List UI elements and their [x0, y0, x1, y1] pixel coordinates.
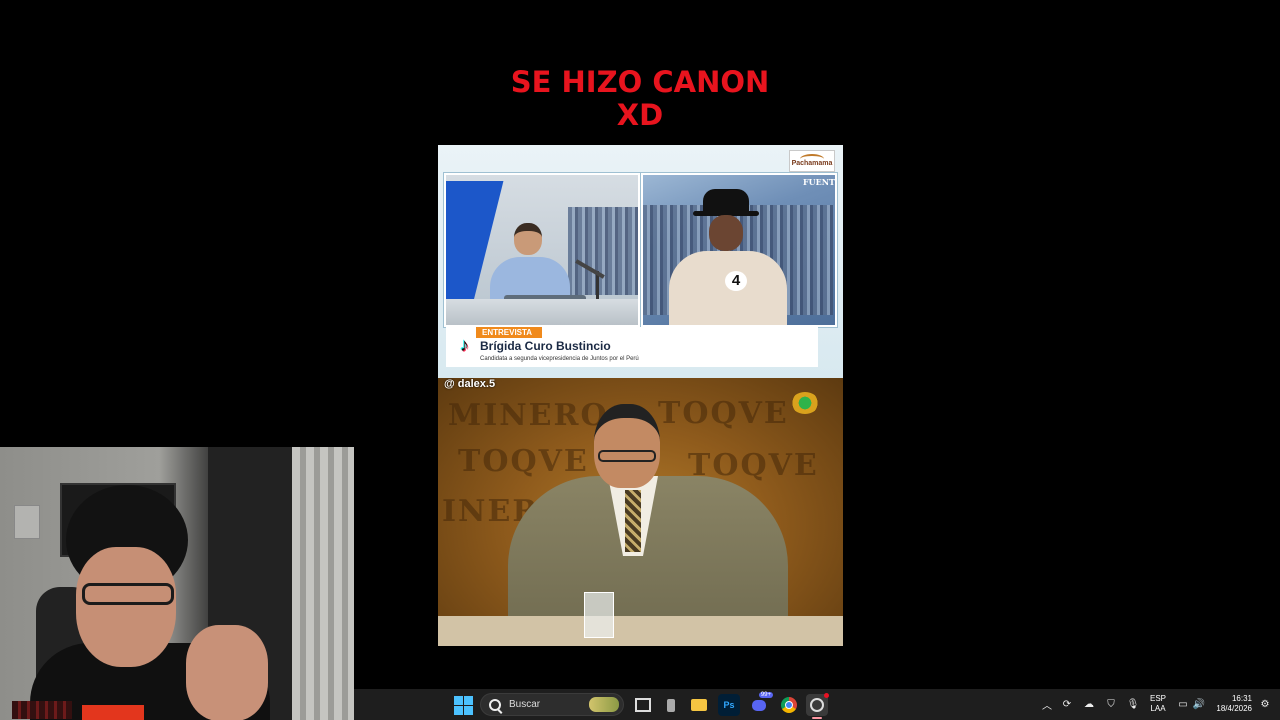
segment-tag: ENTREVISTA [476, 327, 543, 338]
water-glass [584, 592, 614, 638]
guest-head [709, 215, 743, 251]
tiktok-icon: ♪ [460, 335, 469, 355]
curtain [292, 447, 354, 720]
language-code: ESP [1150, 694, 1167, 703]
sync-icon[interactable]: ⟳ [1060, 697, 1074, 711]
taskbar-search[interactable]: Buscar [480, 693, 624, 716]
obs-icon[interactable] [806, 693, 829, 719]
streamer-hand [186, 625, 268, 720]
system-clock[interactable]: 16:31 18/4/2026 [1212, 694, 1252, 714]
presenter-glasses [598, 450, 656, 462]
task-view-icon[interactable] [632, 694, 654, 716]
notifications-icon[interactable]: ⚙ [1258, 697, 1272, 711]
presenter-head [594, 404, 660, 488]
discord-notification-badge: 99+ [758, 692, 773, 698]
caption-line-2: XD [616, 98, 664, 132]
presenter-figure [508, 396, 788, 646]
pachamama-logo: Pachamama [789, 150, 835, 172]
guest-name: Brígida Curo Bustincio [480, 339, 611, 353]
active-app-indicator [812, 717, 822, 719]
clock-time: 16:31 [1231, 694, 1252, 703]
guest-body [669, 251, 787, 325]
studio-desk [446, 299, 638, 325]
streamer-webcam [0, 447, 354, 720]
tv-channel-logo [791, 392, 819, 414]
search-highlight-icon [589, 697, 619, 712]
shield-icon[interactable]: ⛉ [1104, 697, 1118, 711]
archive-video: MINERO TOQVE TOQVE INERO TOQVE @ dalex.5 [438, 378, 843, 646]
recording-indicator-icon [824, 693, 829, 698]
rgb-keyboard [12, 701, 144, 720]
discord-icon[interactable]: 99+ [748, 692, 773, 716]
wall-switch [14, 505, 40, 539]
guest-subtitle: Candidata a segunda vicepresidencia de J… [480, 356, 639, 362]
interview-video: Pachamama FUENT 4 ♪ ENTREVISTA Brígida C… [438, 145, 843, 378]
guest-camera: FUENT 4 [641, 173, 837, 327]
windows-start-icon[interactable] [452, 694, 474, 716]
source-label: FUENT [802, 177, 835, 187]
city-backdrop [568, 207, 638, 295]
taskbar: Buscar Ps 99+ ︿ ⟳ ☁ ⛉ 🎙 ESP LAA ▭ 🔊 16:3… [354, 689, 1280, 720]
streamer-glasses [82, 583, 174, 605]
search-placeholder: Buscar [509, 699, 541, 710]
guest-figure: 4 [669, 189, 789, 325]
guest-hat [693, 189, 759, 216]
photoshop-icon[interactable]: Ps [718, 694, 740, 716]
network-icon[interactable]: ▭ [1176, 697, 1190, 711]
language-indicator[interactable]: ESP LAA [1150, 694, 1166, 714]
tiktok-watermark: @ dalex.5 [444, 378, 496, 390]
lower-third: ♪ ENTREVISTA Brígida Curo Bustincio Cand… [446, 327, 818, 367]
host-head [514, 223, 542, 255]
phone-link-icon[interactable] [660, 694, 682, 716]
volume-icon[interactable]: 🔊 [1192, 697, 1206, 711]
tv-desk [438, 616, 843, 646]
chrome-icon[interactable] [778, 694, 800, 716]
streamer-face [76, 547, 176, 667]
caption-line-1: SE HIZO CANON [510, 65, 770, 99]
microphone-icon[interactable]: 🎙 [1126, 697, 1140, 711]
guest-number-badge: 4 [725, 271, 747, 291]
keyboard-layout: LAA [1150, 704, 1166, 713]
video-caption: SE HIZO CANON XD [440, 66, 840, 132]
host-camera [444, 173, 640, 327]
file-explorer-icon[interactable] [688, 694, 710, 716]
clock-date: 18/4/2026 [1216, 704, 1252, 713]
search-icon [489, 699, 501, 711]
cloud-icon[interactable]: ☁ [1082, 697, 1096, 711]
presenter-tie [625, 490, 641, 552]
chevron-up-icon[interactable]: ︿ [1040, 697, 1054, 712]
